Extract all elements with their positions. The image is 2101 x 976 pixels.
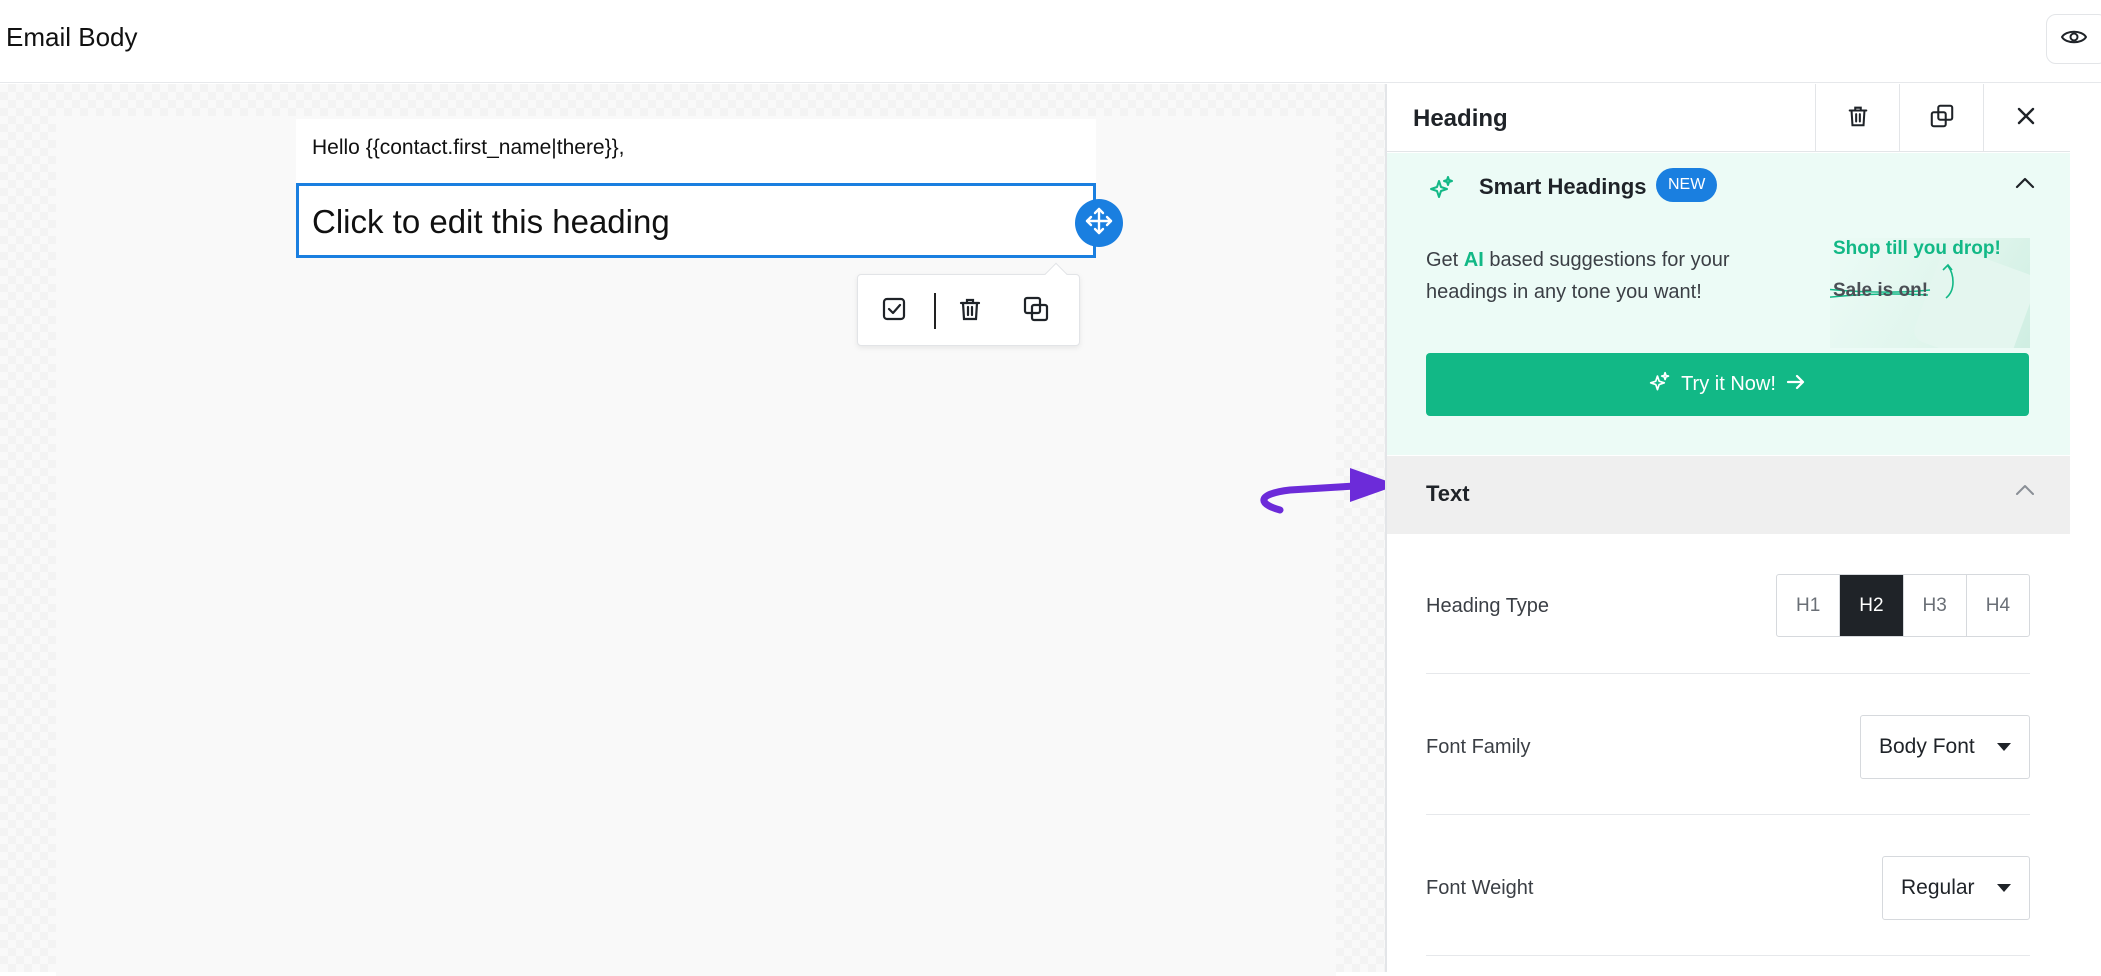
font-weight-value: Regular: [1901, 876, 1975, 899]
select-block-button[interactable]: [876, 293, 912, 329]
trash-icon: [1846, 104, 1870, 133]
text-section-label: Text: [1426, 481, 1470, 506]
delete-button[interactable]: [1815, 84, 1899, 152]
caret-down-icon: [1997, 743, 2011, 751]
move-handle[interactable]: [1075, 199, 1123, 247]
smart-headings-section: Smart Headings NEW Get AI based suggesti…: [1387, 153, 2070, 455]
font-weight-select[interactable]: Regular: [1882, 856, 2030, 920]
heading-type-h1[interactable]: H1: [1777, 575, 1841, 636]
block-toolbar: [857, 262, 1080, 346]
duplicate-button[interactable]: [1899, 84, 1983, 152]
heading-type-row: Heading Type H1 H2 H3 H4: [1426, 534, 2030, 674]
properties-panel: Heading Smart Headings NEW Get AI based …: [1385, 84, 2070, 972]
smart-headings-title: Smart Headings: [1479, 174, 1647, 199]
greeting-text[interactable]: Hello {{contact.first_name|there}},: [312, 136, 624, 160]
arrow-right-icon: [1786, 373, 1806, 396]
duplicate-icon: [1929, 103, 1955, 134]
promo-illustration: Shop till you drop! Sale is on!: [1830, 238, 2030, 348]
page-title: Email Body: [6, 22, 138, 52]
checkbox-icon: [881, 296, 907, 327]
new-badge: NEW: [1656, 168, 1718, 202]
preview-button[interactable]: [2046, 14, 2101, 64]
annotation-arrow: [1250, 460, 1400, 521]
move-icon: [1084, 206, 1114, 241]
delete-block-button[interactable]: [952, 293, 988, 329]
font-weight-label: Font Weight: [1426, 877, 1534, 899]
try-it-now-button[interactable]: Try it Now!: [1426, 353, 2029, 416]
heading-block[interactable]: Click to edit this heading: [296, 183, 1096, 258]
toolbar-separator: [934, 293, 936, 329]
duplicate-block-button[interactable]: [1018, 293, 1054, 329]
heading-type-h2[interactable]: H2: [1840, 575, 1904, 636]
heading-text[interactable]: Click to edit this heading: [312, 203, 670, 241]
sparkle-icon: [1649, 371, 1671, 399]
try-it-now-label: Try it Now!: [1681, 373, 1776, 395]
chevron-up-icon[interactable]: [2015, 483, 2035, 502]
eye-icon: [2060, 28, 2088, 51]
sparkle-icon: [1429, 175, 1455, 206]
chevron-up-icon[interactable]: [2015, 176, 2035, 195]
desc-ai: AI: [1463, 249, 1484, 271]
trash-icon: [957, 296, 983, 327]
font-family-row: Font Family Body Font: [1426, 675, 2030, 815]
heading-type-selector: H1 H2 H3 H4: [1776, 574, 2030, 637]
duplicate-icon: [1022, 295, 1050, 328]
close-button[interactable]: [1983, 84, 2067, 152]
panel-header: Heading: [1387, 84, 2070, 152]
font-family-value: Body Font: [1879, 735, 1975, 758]
heading-type-h3[interactable]: H3: [1904, 575, 1967, 636]
heading-type-h4[interactable]: H4: [1967, 575, 2029, 636]
smart-headings-description: Get AI based suggestions for your headin…: [1426, 244, 1766, 308]
text-section-header[interactable]: Text: [1387, 456, 2070, 534]
close-icon: [2016, 106, 2036, 131]
panel-title: Heading: [1413, 105, 1508, 132]
font-family-label: Font Family: [1426, 736, 1531, 758]
top-bar: Email Body: [0, 0, 2101, 83]
promo-line-1: Shop till you drop!: [1833, 238, 2001, 259]
font-weight-row: Font Weight Regular: [1426, 816, 2030, 956]
caret-down-icon: [1997, 884, 2011, 892]
desc-prefix: Get: [1426, 249, 1464, 271]
font-family-select[interactable]: Body Font: [1860, 715, 2030, 779]
heading-type-label: Heading Type: [1426, 595, 1550, 617]
promo-line-2: Sale is on!: [1833, 280, 1929, 301]
